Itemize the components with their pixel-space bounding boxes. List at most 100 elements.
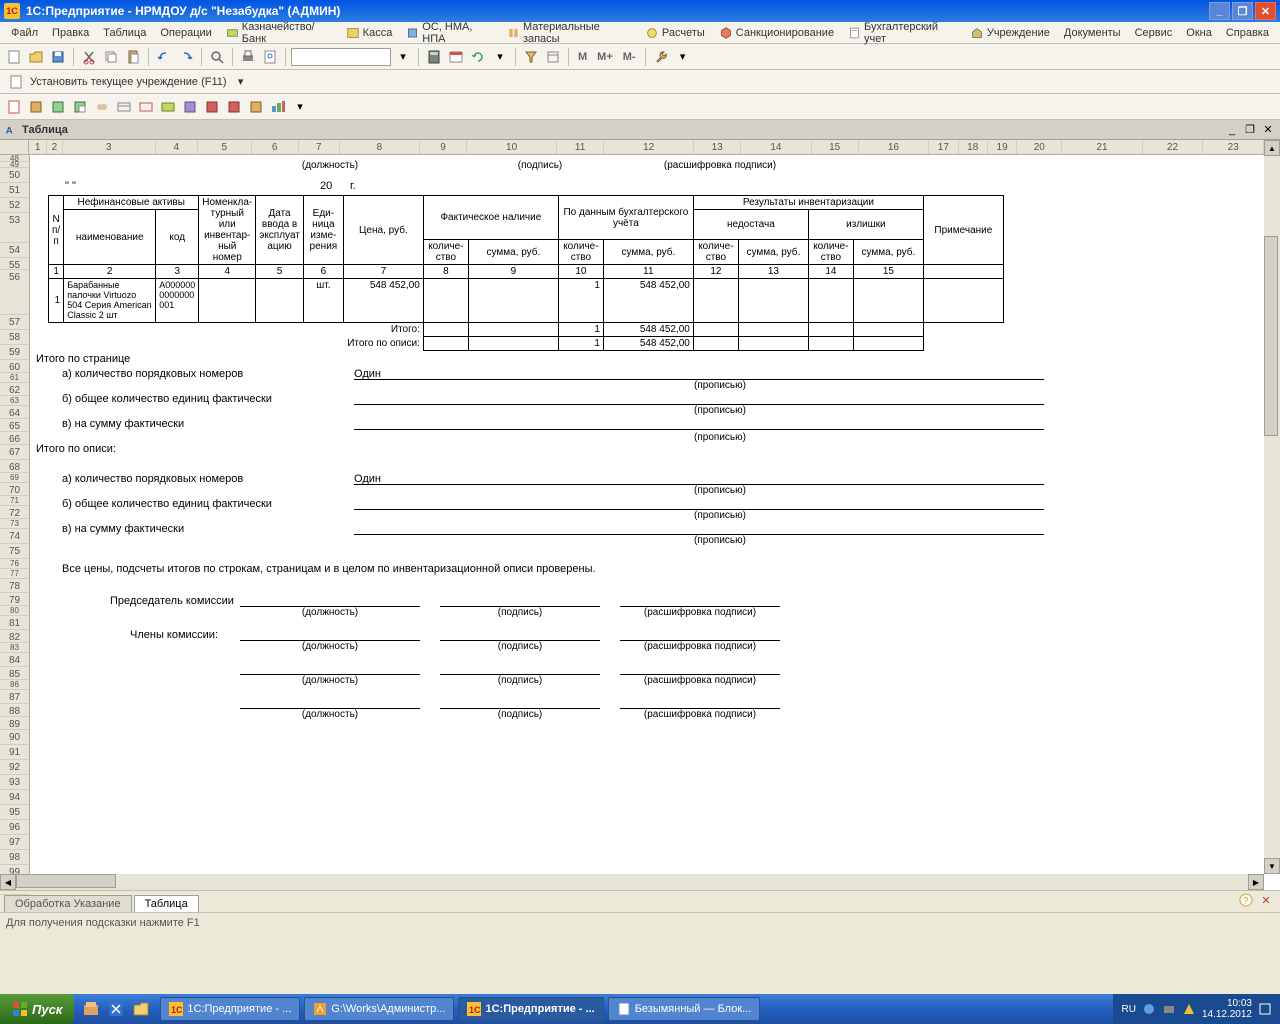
row-header-80[interactable]: 80 — [0, 606, 29, 616]
close-button[interactable]: ✕ — [1255, 2, 1276, 20]
col-header-8[interactable]: 8 — [340, 140, 420, 154]
calc-button[interactable] — [424, 47, 444, 67]
wtab-close-icon[interactable]: ✕ — [1256, 890, 1276, 910]
row-header-70[interactable]: 70 — [0, 483, 29, 496]
row-header-65[interactable]: 65 — [0, 419, 29, 432]
cut-button[interactable] — [79, 47, 99, 67]
row-header-77[interactable]: 77 — [0, 569, 29, 579]
col-header-11[interactable]: 11 — [557, 140, 604, 154]
tray-icon-3[interactable] — [1182, 1002, 1196, 1016]
ico-12[interactable] — [246, 97, 266, 117]
ico-5[interactable] — [92, 97, 112, 117]
scroll-down[interactable]: ▼ — [1264, 858, 1280, 874]
institution-button[interactable] — [6, 72, 26, 92]
row-header-73[interactable]: 73 — [0, 519, 29, 529]
ico-6[interactable] — [114, 97, 134, 117]
row-header-75[interactable]: 75 — [0, 544, 29, 559]
start-button[interactable]: Пуск — [0, 994, 74, 1024]
menu-documents[interactable]: Документы — [1057, 25, 1128, 41]
h-scrollbar[interactable]: ◀ ▶ — [0, 874, 1264, 890]
menu-windows[interactable]: Окна — [1179, 25, 1219, 41]
col-header-15[interactable]: 15 — [812, 140, 859, 154]
wtab-help-icon[interactable]: ? — [1236, 890, 1256, 910]
menu-institution[interactable]: Учреждение — [963, 24, 1057, 42]
row-header-78[interactable]: 78 — [0, 579, 29, 593]
ql-2[interactable] — [105, 998, 127, 1020]
ico-7[interactable] — [136, 97, 156, 117]
row-header-66[interactable]: 66 — [0, 432, 29, 445]
ico-4[interactable] — [70, 97, 90, 117]
row-header-53[interactable]: 53 — [0, 213, 29, 243]
col-header-13[interactable]: 13 — [694, 140, 741, 154]
row-header-86[interactable]: 86 — [0, 680, 29, 690]
menu-accounting[interactable]: Бухгалтерский учет — [841, 19, 963, 47]
sort-button[interactable] — [543, 47, 563, 67]
task-3[interactable]: 1C 1С:Предприятие - ... — [458, 997, 603, 1021]
font-dropdown[interactable]: ▾ — [393, 47, 413, 67]
open-button[interactable] — [26, 47, 46, 67]
menu-edit[interactable]: Правка — [45, 25, 96, 41]
col-header-17[interactable]: 17 — [929, 140, 958, 154]
row-header-56[interactable]: 56 — [0, 270, 29, 315]
doc-minimize[interactable]: _ — [1224, 122, 1240, 138]
redo-button[interactable] — [176, 47, 196, 67]
settings-button[interactable]: ▾ — [490, 47, 510, 67]
row-header-63[interactable]: 63 — [0, 396, 29, 406]
task-2[interactable]: G:\Works\Администр... — [304, 997, 454, 1021]
ico-8[interactable] — [158, 97, 178, 117]
wtab-processing[interactable]: Обработка Указание — [4, 895, 132, 912]
col-header-21[interactable]: 21 — [1062, 140, 1142, 154]
date-button[interactable] — [446, 47, 466, 67]
row-header-81[interactable]: 81 — [0, 616, 29, 630]
menu-payroll[interactable]: Расчеты — [638, 24, 712, 42]
row-header-92[interactable]: 92 — [0, 760, 29, 775]
row-header-88[interactable]: 88 — [0, 704, 29, 717]
print-button[interactable] — [238, 47, 258, 67]
col-header-16[interactable]: 16 — [859, 140, 929, 154]
row-header-55[interactable]: 55 — [0, 258, 29, 270]
mem-m-minus[interactable]: M- — [619, 51, 640, 63]
maximize-button[interactable]: ❐ — [1232, 2, 1253, 20]
ql-3[interactable] — [130, 998, 152, 1020]
row-header-85[interactable]: 85 — [0, 667, 29, 680]
col-header-22[interactable]: 22 — [1143, 140, 1204, 154]
row-header-83[interactable]: 83 — [0, 643, 29, 653]
row-header-51[interactable]: 51 — [0, 183, 29, 198]
row-header-52[interactable]: 52 — [0, 198, 29, 213]
ico-11[interactable] — [224, 97, 244, 117]
row-header-97[interactable]: 97 — [0, 835, 29, 850]
row-header-59[interactable]: 59 — [0, 345, 29, 360]
row-header-71[interactable]: 71 — [0, 496, 29, 506]
ico-dropdown[interactable]: ▾ — [290, 97, 310, 117]
col-header-4[interactable]: 4 — [156, 140, 198, 154]
h-scroll-thumb[interactable] — [16, 874, 116, 888]
menu-table[interactable]: Таблица — [96, 25, 153, 41]
v-scrollbar[interactable]: ▲ ▼ — [1264, 140, 1280, 874]
ico-3[interactable] — [48, 97, 68, 117]
ico-9[interactable] — [180, 97, 200, 117]
new-button[interactable] — [4, 47, 24, 67]
col-header-3[interactable]: 3 — [63, 140, 156, 154]
row-header-62[interactable]: 62 — [0, 383, 29, 396]
menu-service[interactable]: Сервис — [1128, 25, 1180, 41]
v-scroll-thumb[interactable] — [1264, 236, 1278, 436]
wrench-button[interactable] — [651, 47, 671, 67]
row-header-96[interactable]: 96 — [0, 820, 29, 835]
mem-m[interactable]: M — [574, 51, 591, 63]
wtab-table[interactable]: Таблица — [134, 895, 199, 912]
wrench-dropdown[interactable]: ▾ — [673, 47, 693, 67]
row-header-61[interactable]: 61 — [0, 373, 29, 383]
col-header-23[interactable]: 23 — [1203, 140, 1264, 154]
clock[interactable]: 10:03 14.12.2012 — [1202, 998, 1252, 1020]
row-header-91[interactable]: 91 — [0, 745, 29, 760]
row-header-64[interactable]: 64 — [0, 406, 29, 419]
preview-button[interactable] — [260, 47, 280, 67]
undo-button[interactable] — [154, 47, 174, 67]
row-header-50[interactable]: 50 — [0, 168, 29, 183]
scroll-right[interactable]: ▶ — [1248, 874, 1264, 890]
row-header-58[interactable]: 58 — [0, 330, 29, 345]
refresh-button[interactable] — [468, 47, 488, 67]
show-desktop[interactable] — [1258, 1002, 1272, 1016]
ico-10[interactable] — [202, 97, 222, 117]
row-header-89[interactable]: 89 — [0, 717, 29, 730]
